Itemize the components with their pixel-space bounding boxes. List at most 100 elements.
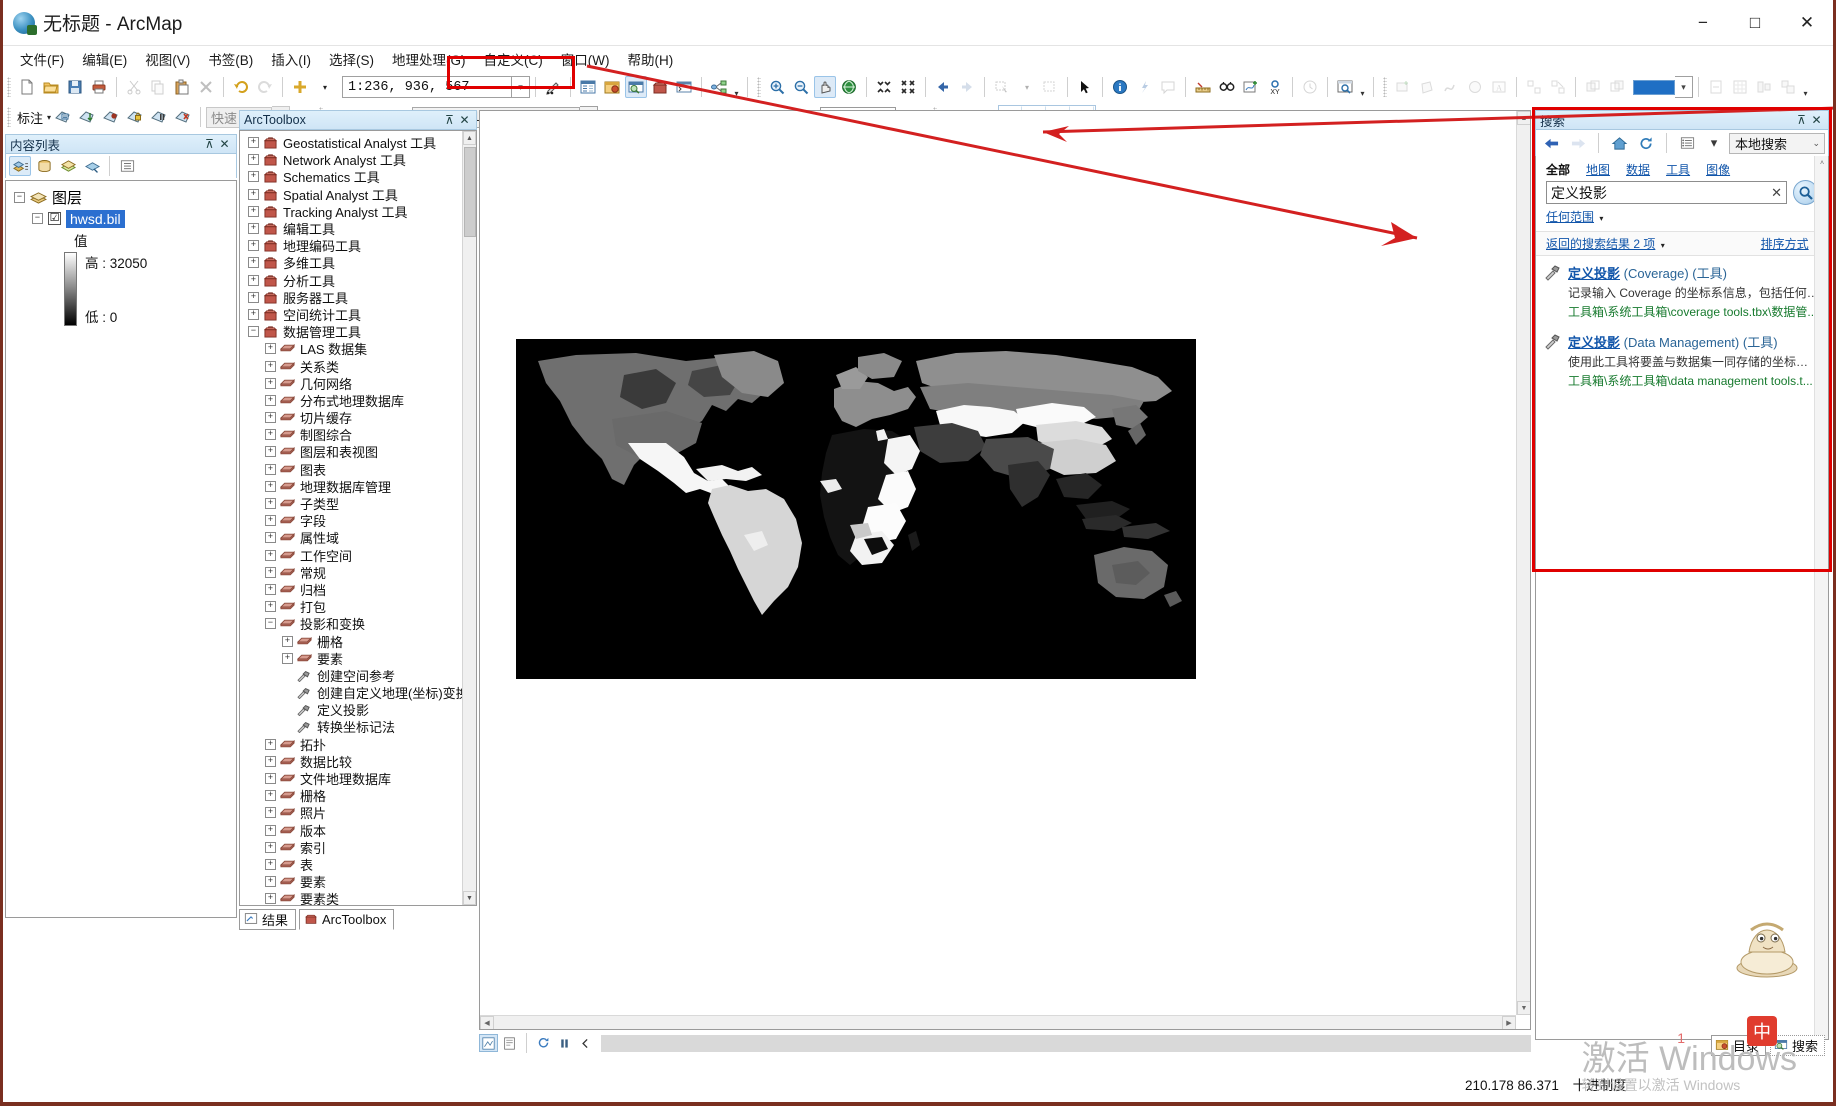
home-icon[interactable] xyxy=(1608,132,1630,154)
scroll-down-arrow[interactable]: ▼ xyxy=(463,891,476,905)
toolbar-overflow-icon[interactable]: ▾ xyxy=(731,76,742,98)
tree-expander[interactable]: + xyxy=(265,876,276,887)
tree-expander[interactable]: + xyxy=(265,859,276,870)
labeling-toolbar-grip[interactable] xyxy=(7,107,11,127)
tree-expander[interactable]: + xyxy=(248,171,259,182)
go-to-xy-icon[interactable]: XY xyxy=(1264,76,1286,98)
tools-overflow-icon[interactable]: ▾ xyxy=(1357,76,1368,98)
tree-expander[interactable]: + xyxy=(265,378,276,389)
tree-expander[interactable]: + xyxy=(248,309,259,320)
toolbox-tree-item[interactable]: +拓扑 xyxy=(242,736,476,753)
toolbox-tree-item[interactable]: +Tracking Analyst 工具 xyxy=(242,203,476,220)
page-icon[interactable] xyxy=(1705,76,1727,98)
label-weight-icon[interactable] xyxy=(100,106,122,128)
tree-expander[interactable]: + xyxy=(265,412,276,423)
toolbar-grip[interactable] xyxy=(7,77,11,97)
toolbox-tree-item[interactable]: 创建自定义地理(坐标)变换 xyxy=(242,684,476,701)
tree-expander[interactable]: + xyxy=(265,532,276,543)
toc-tree[interactable]: − 图层 − ☑ hwsd.bil 值 高 : 32050 低 : 0 xyxy=(5,180,237,918)
label-priority-icon[interactable] xyxy=(76,106,98,128)
draw-overflow-icon[interactable]: ▾ xyxy=(1800,76,1811,98)
toolbox-tree-item[interactable]: +多维工具 xyxy=(242,254,476,271)
toolbox-tree-item[interactable]: +几何网络 xyxy=(242,375,476,392)
forward-arrow-icon[interactable] xyxy=(1567,132,1589,154)
search-category-tools[interactable]: 工具 xyxy=(1666,161,1690,178)
search-scope-link[interactable]: 任何范围 xyxy=(1546,210,1594,224)
fill-color-dropdown[interactable]: ▾ xyxy=(1675,76,1693,98)
toolbox-tree-item[interactable]: +数据比较 xyxy=(242,753,476,770)
tree-expander[interactable]: + xyxy=(265,601,276,612)
toc-root-expander[interactable]: − xyxy=(14,192,25,203)
tree-expander[interactable]: + xyxy=(282,636,293,647)
ungroup-icon[interactable] xyxy=(1547,76,1569,98)
toolbox-tree-item[interactable]: +地理编码工具 xyxy=(242,237,476,254)
toolbox-tree-item[interactable]: +属性域 xyxy=(242,529,476,546)
fixed-zoom-in-icon[interactable] xyxy=(873,76,895,98)
lock-labels-icon[interactable] xyxy=(124,106,146,128)
toolbox-tree-item[interactable]: +图表 xyxy=(242,461,476,478)
toolbox-tree-item[interactable]: +Schematics 工具 xyxy=(242,168,476,185)
toolbox-tree-item[interactable]: +子类型 xyxy=(242,495,476,512)
toolbox-tree-item[interactable]: +Spatial Analyst 工具 xyxy=(242,186,476,203)
toolbox-tree-item[interactable]: +表 xyxy=(242,856,476,873)
search-results-arrow[interactable]: ▾ xyxy=(1661,241,1665,250)
catalog-icon[interactable] xyxy=(601,76,623,98)
tree-expander[interactable]: − xyxy=(248,326,259,337)
toolbox-tree-item[interactable]: +文件地理数据库 xyxy=(242,770,476,787)
options-list-icon[interactable] xyxy=(1676,132,1698,154)
forward-extent-icon[interactable] xyxy=(956,76,978,98)
map-scroll-right-arrow[interactable]: ▶ xyxy=(1502,1016,1516,1029)
search-scroll-up-arrow[interactable]: ˄ xyxy=(1815,156,1829,170)
map-view[interactable]: ▲ ▼ ◀ ▶ xyxy=(479,110,1531,1030)
tab-arctoolbox[interactable]: ArcToolbox xyxy=(299,909,394,930)
grid-icon[interactable] xyxy=(1729,76,1751,98)
hyperlink-icon[interactable] xyxy=(1133,76,1155,98)
draw-text-icon[interactable]: A xyxy=(1488,76,1510,98)
paste-icon[interactable] xyxy=(171,76,193,98)
tree-expander[interactable]: + xyxy=(265,343,276,354)
tree-expander[interactable]: + xyxy=(265,825,276,836)
minimize-button[interactable]: − xyxy=(1677,0,1729,46)
menu-geoprocessing[interactable]: 地理处理(G) xyxy=(383,46,475,72)
draw-circle-icon[interactable] xyxy=(1464,76,1486,98)
search-result-item[interactable]: 定义投影 (Coverage) (工具) 记录输入 Coverage 的坐标系信… xyxy=(1536,256,1828,325)
toolbox-icon[interactable] xyxy=(649,76,671,98)
toolbox-tree-item[interactable]: +照片 xyxy=(242,804,476,821)
toc-layer-node[interactable]: − ☑ hwsd.bil xyxy=(10,208,232,229)
list-by-drawing-order-icon[interactable] xyxy=(9,156,31,176)
maximize-button[interactable]: □ xyxy=(1729,0,1781,46)
menu-file[interactable]: 文件(F) xyxy=(11,46,73,72)
zoom-in-icon[interactable] xyxy=(766,76,788,98)
search-category-maps[interactable]: 地图 xyxy=(1586,161,1610,178)
map-scroll-down-arrow[interactable]: ▼ xyxy=(1517,1001,1530,1015)
find-route-icon[interactable] xyxy=(1240,76,1262,98)
tree-expander[interactable]: + xyxy=(265,807,276,818)
map-scale-input[interactable]: 1:236, 936, 567 xyxy=(342,76,512,98)
tree-expander[interactable]: + xyxy=(265,584,276,595)
align-icon[interactable] xyxy=(1753,76,1775,98)
search-scope-arrow[interactable]: ▾ xyxy=(1599,214,1603,223)
toolbox-tree-item[interactable]: +LAS 数据集 xyxy=(242,340,476,357)
close-button[interactable]: ✕ xyxy=(1781,0,1833,46)
menu-edit[interactable]: 编辑(E) xyxy=(73,46,136,72)
clear-selection-icon[interactable] xyxy=(1039,76,1061,98)
menu-help[interactable]: 帮助(H) xyxy=(618,46,682,72)
undo-icon[interactable] xyxy=(230,76,252,98)
map-scroll-up-arrow[interactable]: ▲ xyxy=(1517,111,1530,125)
menu-windows[interactable]: 窗口(W) xyxy=(552,46,619,72)
html-popup-icon[interactable] xyxy=(1157,76,1179,98)
draw-poly-icon[interactable] xyxy=(1416,76,1438,98)
time-slider-icon[interactable] xyxy=(1299,76,1321,98)
toolbox-tree-item[interactable]: 定义投影 xyxy=(242,701,476,718)
map-horizontal-scrollbar[interactable]: ◀ ▶ xyxy=(480,1015,1516,1029)
order-front-icon[interactable] xyxy=(1606,76,1628,98)
search-result-title[interactable]: 定义投影 (Coverage) (工具) xyxy=(1568,263,1820,282)
view-unplaced-labels-icon[interactable] xyxy=(172,106,194,128)
toolbox-tree-item[interactable]: +服务器工具 xyxy=(242,289,476,306)
search-input[interactable]: 定义投影 ✕ xyxy=(1546,181,1787,204)
ime-indicator[interactable]: 中 xyxy=(1747,1016,1777,1046)
collapse-icon[interactable] xyxy=(576,1034,595,1052)
list-by-selection-icon[interactable] xyxy=(81,156,103,176)
tree-expander[interactable]: + xyxy=(248,257,259,268)
tree-expander[interactable]: + xyxy=(265,842,276,853)
